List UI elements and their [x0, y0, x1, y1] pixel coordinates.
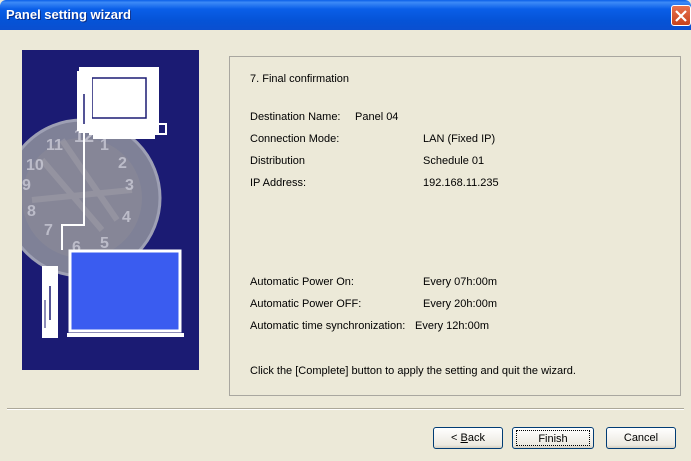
close-button[interactable] — [671, 5, 691, 26]
cancel-button[interactable]: Cancel — [606, 427, 676, 449]
destination-value: Panel 04 — [355, 111, 399, 123]
svg-text:1: 1 — [100, 137, 109, 154]
sync-value: Every 12h:00m — [415, 320, 489, 332]
confirmation-panel — [229, 56, 681, 396]
back-button-prefix: < — [451, 432, 461, 444]
power-off-value: Every 20h:00m — [423, 298, 497, 310]
svg-text:2: 2 — [118, 155, 127, 172]
ip-value: 192.168.11.235 — [423, 177, 499, 189]
finish-button[interactable]: Finish — [512, 427, 594, 449]
computer-icon — [77, 67, 167, 139]
distribution-value: Schedule 01 — [423, 155, 485, 167]
sync-label: Automatic time synchronization: — [250, 320, 406, 332]
wizard-illustration: 12 1 2 3 4 5 6 7 8 9 10 11 — [22, 50, 199, 370]
distribution-label: Distribution — [250, 155, 306, 167]
svg-text:8: 8 — [27, 203, 36, 220]
step-heading: 7. Final confirmation — [250, 73, 350, 85]
connection-label: Connection Mode: — [250, 133, 340, 145]
svg-text:7: 7 — [44, 222, 53, 239]
window-title: Panel setting wizard — [6, 7, 131, 22]
title-bar: Panel setting wizard — [0, 0, 691, 30]
power-on-value: Every 07h:00m — [423, 276, 497, 288]
svg-text:4: 4 — [122, 209, 131, 226]
power-off-label: Automatic Power OFF: — [250, 298, 362, 310]
ip-label: IP Address: — [250, 177, 307, 189]
connection-value: LAN (Fixed IP) — [423, 133, 496, 145]
close-icon — [675, 10, 687, 22]
svg-text:5: 5 — [100, 235, 109, 252]
power-on-label: Automatic Power On: — [250, 276, 354, 288]
back-button-mnemonic: B — [460, 432, 468, 444]
svg-text:11: 11 — [46, 137, 63, 154]
svg-text:9: 9 — [22, 177, 31, 194]
destination-label: Destination Name: — [250, 111, 341, 123]
network-illustration: 12 1 2 3 4 5 6 7 8 9 10 11 — [22, 67, 184, 338]
svg-text:3: 3 — [125, 177, 134, 194]
finish-button-label: Finish — [516, 430, 590, 446]
back-button-rest: ack — [467, 432, 485, 444]
button-separator — [7, 408, 684, 410]
instruction-text: Click the [Complete] button to apply the… — [250, 365, 576, 377]
back-button[interactable]: < Back — [433, 427, 503, 449]
svg-text:10: 10 — [26, 157, 44, 174]
